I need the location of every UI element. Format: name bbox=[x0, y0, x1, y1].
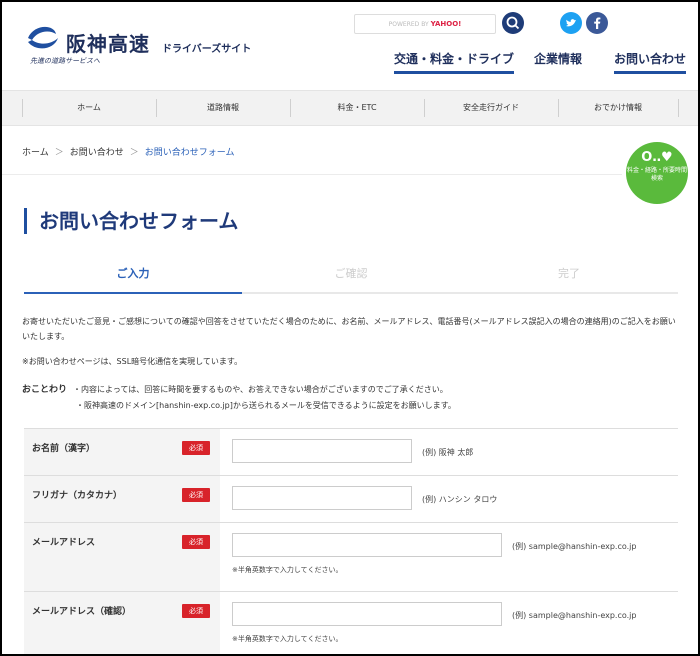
topnav-company[interactable]: 企業情報 bbox=[534, 50, 582, 67]
field-label-cell bbox=[24, 592, 220, 654]
form-steps: ご入力 ご確認 完了 bbox=[24, 260, 678, 294]
ssl-note: ※お問い合わせページは、SSL暗号化通信を実現しています。 bbox=[22, 357, 243, 366]
route-pin-icon: O‥♥ bbox=[641, 150, 673, 165]
field-hint: ※半角英数字で入力してください。 bbox=[232, 566, 343, 574]
menu-divider bbox=[678, 99, 679, 117]
field-example: (例) 阪神 太郎 bbox=[422, 448, 474, 457]
topnav-traffic[interactable]: 交通・料金・ドライブ bbox=[394, 50, 515, 74]
route-search-label: 料金・経路・所要時間検索 bbox=[626, 167, 687, 182]
breadcrumb-separator: ＞ bbox=[54, 148, 64, 158]
name-kana-input[interactable] bbox=[232, 486, 412, 510]
email-confirm-input[interactable] bbox=[232, 602, 502, 626]
step-input: ご入力 bbox=[24, 260, 242, 294]
field-label-cell bbox=[24, 523, 220, 591]
field-example: (例) sample@hanshin-exp.co.jp bbox=[512, 542, 637, 551]
browser-frame: 阪神高速 ドライバーズサイト 先進の道路サービスへ POWERED BY YAH… bbox=[0, 0, 700, 656]
contact-form: お名前（漢字） 必須 (例) 阪神 太郎 フリガナ（カタカナ） 必須 (例) ハ… bbox=[24, 428, 678, 654]
search-icon bbox=[506, 16, 520, 30]
site-header: 阪神高速 ドライバーズサイト 先進の道路サービスへ POWERED BY YAH… bbox=[2, 2, 698, 90]
breadcrumb: ホーム ＞ お問い合わせ ＞ お問い合わせフォーム bbox=[22, 145, 235, 158]
twitter-button[interactable] bbox=[560, 12, 582, 34]
search-input[interactable]: POWERED BY YAHOO! bbox=[354, 14, 496, 34]
twitter-icon bbox=[566, 19, 576, 27]
form-row: お名前（漢字） 必須 (例) 阪神 太郎 bbox=[24, 429, 678, 476]
field-label: お名前（漢字） bbox=[32, 444, 96, 454]
breadcrumb-home[interactable]: ホーム bbox=[22, 148, 49, 158]
field-example: (例) sample@hanshin-exp.co.jp bbox=[512, 611, 637, 620]
required-badge: 必須 bbox=[182, 441, 210, 455]
notice-line: ・阪神高速のドメイン[hanshin-exp.co.jp]から送られるメールを受… bbox=[76, 401, 456, 410]
name-kanji-input[interactable] bbox=[232, 439, 412, 463]
step-complete: 完了 bbox=[460, 260, 678, 294]
menu-outing-info[interactable]: おでかけ情報 bbox=[558, 91, 678, 125]
intro-text: お寄せいただいたご意見・ご感想についての確認や回答をさせていただく場合のために、… bbox=[22, 317, 676, 341]
field-label: メールアドレス bbox=[32, 538, 96, 548]
search-powered-label: POWERED BY bbox=[388, 21, 429, 28]
form-row: メールアドレス（確認） 必須 (例) sample@hanshin-exp.co… bbox=[24, 592, 678, 654]
menu-home[interactable]: ホーム bbox=[22, 91, 156, 125]
facebook-button[interactable] bbox=[586, 12, 608, 34]
form-row: フリガナ（カタカナ） 必須 (例) ハンシン タロウ bbox=[24, 476, 678, 523]
logo-tagline: 先進の道路サービスへ bbox=[30, 57, 100, 65]
required-badge: 必須 bbox=[182, 535, 210, 549]
logo-icon[interactable] bbox=[24, 22, 60, 52]
menu-road-info[interactable]: 道路情報 bbox=[156, 91, 290, 125]
menu-toll-etc[interactable]: 料金・ETC bbox=[290, 91, 424, 125]
facebook-icon bbox=[594, 17, 601, 29]
notice-block: おことわり ・内容によっては、回答に時間を要するものや、お答えできない場合がござい… bbox=[22, 382, 456, 414]
breadcrumb-current: お問い合わせフォーム bbox=[144, 148, 235, 158]
required-badge: 必須 bbox=[182, 488, 210, 502]
main-menu: ホーム 道路情報 料金・ETC 安全走行ガイド おでかけ情報 bbox=[2, 90, 698, 126]
page-title: お問い合わせフォーム bbox=[24, 208, 238, 234]
form-row: メールアドレス 必須 (例) sample@hanshin-exp.co.jp … bbox=[24, 523, 678, 592]
logo-text[interactable]: 阪神高速 bbox=[66, 28, 150, 57]
field-example: (例) ハンシン タロウ bbox=[422, 495, 498, 504]
divider bbox=[2, 174, 622, 175]
required-badge: 必須 bbox=[182, 604, 210, 618]
search-button[interactable] bbox=[502, 12, 524, 34]
step-confirm: ご確認 bbox=[242, 260, 460, 294]
field-label: フリガナ（カタカナ） bbox=[32, 491, 123, 501]
notice-line: ・内容によっては、回答に時間を要するものや、お答えできない場合がございますのでご… bbox=[73, 385, 448, 394]
email-input[interactable] bbox=[232, 533, 502, 557]
field-hint: ※半角英数字で入力してください。 bbox=[232, 635, 343, 643]
route-search-button[interactable]: O‥♥ 料金・経路・所要時間検索 bbox=[626, 142, 688, 204]
search-brand-label: YAHOO! bbox=[430, 20, 462, 28]
topnav-contact[interactable]: お問い合わせ bbox=[614, 50, 687, 74]
breadcrumb-contact[interactable]: お問い合わせ bbox=[70, 148, 124, 158]
logo-subtitle: ドライバーズサイト bbox=[162, 44, 252, 55]
breadcrumb-separator: ＞ bbox=[129, 148, 139, 158]
notice-label: おことわり bbox=[22, 385, 68, 395]
menu-safe-driving[interactable]: 安全走行ガイド bbox=[424, 91, 558, 125]
field-label: メールアドレス（確認） bbox=[32, 607, 132, 617]
